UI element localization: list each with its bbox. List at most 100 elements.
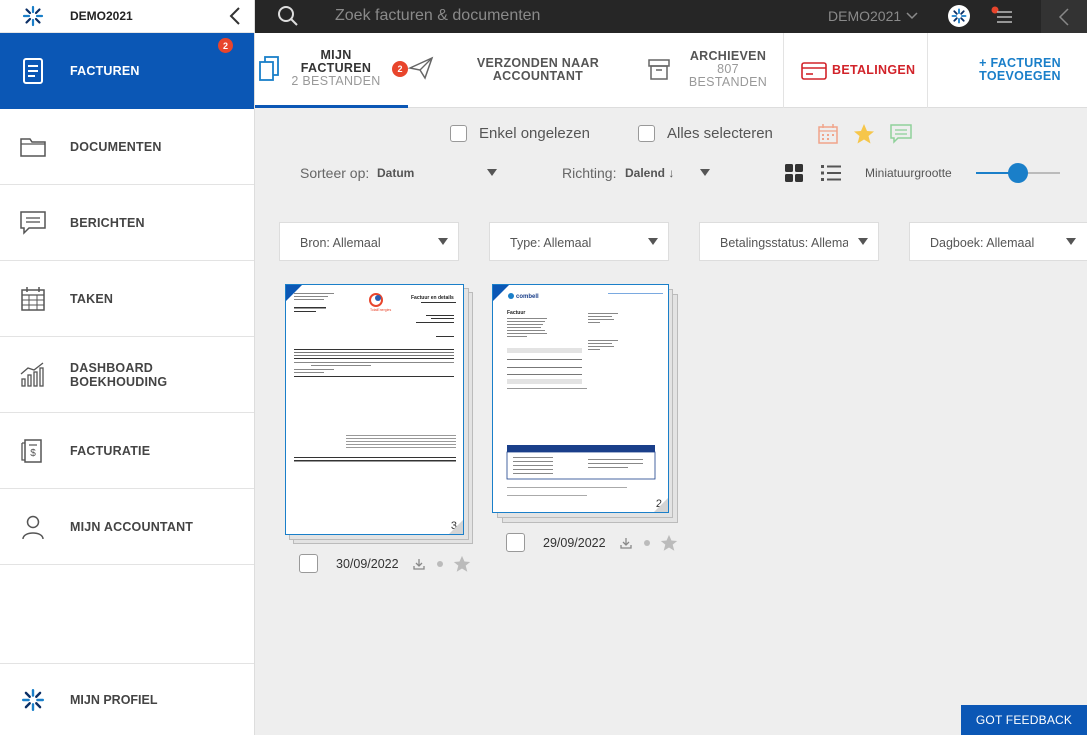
flag-filter-icons: [817, 123, 913, 150]
comment-filter-icon[interactable]: [889, 123, 913, 150]
tab-label: ARCHIEVEN 807 BESTANDEN: [685, 50, 771, 89]
download-icon[interactable]: [412, 558, 425, 570]
chevron-down-icon: [858, 238, 868, 245]
thumbnail-size-slider[interactable]: [976, 163, 1060, 183]
sidebar: DEMO2021 FACTUREN 2 DOCUMENTEN BERICHTEN…: [0, 0, 255, 735]
add-invoices-button[interactable]: + FACTUREN TOEVOEGEN: [945, 33, 1087, 108]
favorite-star-icon[interactable]: [453, 555, 471, 573]
document-date: 29/09/2022: [543, 535, 606, 550]
tab-label: BETALINGEN: [832, 64, 915, 77]
type-filter-dropdown[interactable]: Type: Allemaal: [489, 222, 669, 261]
feedback-button[interactable]: GOT FEEDBACK: [961, 705, 1087, 735]
status-dot-icon: [436, 560, 443, 567]
favorite-star-icon[interactable]: [660, 534, 678, 552]
document-card[interactable]: combell Factuur 2: [492, 284, 682, 529]
sidebar-item-label: MIJN PROFIEL: [70, 692, 158, 707]
sidebar-item-mijn-profiel[interactable]: MIJN PROFIEL: [0, 663, 254, 735]
search-input[interactable]: [335, 4, 755, 28]
status-dot-icon: [643, 539, 650, 546]
tab-line3: BESTANDEN: [688, 75, 768, 89]
sort-select[interactable]: Datum: [377, 166, 414, 180]
sidebar-item-label: BERICHTEN: [70, 215, 145, 230]
collapse-sidebar-icon[interactable]: [226, 5, 246, 27]
sidebar-item-documenten[interactable]: DOCUMENTEN: [0, 109, 254, 185]
dropdown-value: Dagboek: Allemaal: [930, 236, 1035, 250]
document-card-meta: 29/09/2022: [506, 533, 678, 552]
dropdown-value: Betalingsstatus: Allemaal: [720, 236, 848, 250]
sidebar-item-label: TAKEN: [70, 291, 114, 306]
list-view-icon[interactable]: [820, 164, 842, 185]
unread-only-label: Enkel ongelezen: [479, 125, 590, 142]
vendor-logo-text: TotalEnergies: [370, 308, 391, 312]
invoice-tabs: MIJN FACTUREN 2 BESTANDEN 2 VERZONDEN NA…: [255, 33, 1087, 108]
svg-text:$: $: [30, 448, 36, 459]
sidebar-item-berichten[interactable]: BERICHTEN: [0, 185, 254, 261]
journal-filter-dropdown[interactable]: Dagboek: Allemaal: [909, 222, 1087, 261]
sidebar-item-facturen[interactable]: FACTUREN 2: [0, 33, 254, 109]
tab-line2: TOEVOEGEN: [979, 69, 1061, 83]
invoice-icon: [18, 56, 48, 86]
sidebar-item-label: MIJN ACCOUNTANT: [70, 519, 194, 534]
collapse-panel-icon[interactable]: [1041, 0, 1087, 33]
document-card-meta: 30/09/2022: [299, 554, 471, 573]
vendor-logo-text: combell: [516, 294, 539, 300]
select-all-checkbox[interactable]: [638, 125, 655, 142]
org-select[interactable]: DEMO2021: [828, 8, 919, 24]
unread-only-option[interactable]: Enkel ongelezen: [450, 125, 590, 142]
org-select-value: DEMO2021: [828, 8, 902, 24]
profile-avatar-icon: [18, 685, 48, 715]
tab-archieven[interactable]: ARCHIEVEN 807 BESTANDEN: [635, 33, 785, 108]
sidebar-item-dashboard[interactable]: DASHBOARD BOEKHOUDING: [0, 337, 254, 413]
sidebar-item-taken[interactable]: TAKEN: [0, 261, 254, 337]
tab-label: + FACTUREN TOEVOEGEN: [967, 57, 1073, 83]
sidebar-item-label: FACTURATIE: [70, 443, 151, 458]
document-thumbnail[interactable]: combell Factuur 2: [492, 284, 669, 513]
org-name: DEMO2021: [70, 9, 133, 23]
chevron-down-icon: [648, 238, 658, 245]
tab-betalingen[interactable]: BETALINGEN: [783, 33, 928, 108]
sort-caret-icon[interactable]: [487, 169, 497, 176]
chevron-down-icon: [905, 8, 919, 24]
sidebar-item-facturatie[interactable]: $ FACTURATIE: [0, 413, 254, 489]
document-select-checkbox[interactable]: [299, 554, 318, 573]
sidebar-item-mijn-accountant[interactable]: MIJN ACCOUNTANT: [0, 489, 254, 565]
payment-card-icon: [801, 61, 827, 86]
page-fold: [654, 498, 668, 512]
chevron-down-icon: [1066, 238, 1076, 245]
menu-icon[interactable]: [988, 5, 1016, 27]
direction-select[interactable]: Dalend ↓: [625, 166, 674, 180]
document-select-checkbox[interactable]: [506, 533, 525, 552]
invoice-title: Factuur: [507, 310, 525, 316]
payment-status-filter-dropdown[interactable]: Betalingsstatus: Allemaal: [699, 222, 879, 261]
tab-badge: 2: [392, 61, 408, 77]
calendar-filter-icon[interactable]: [817, 123, 839, 150]
document-card[interactable]: TotalEnergies Factuur en details 3: [285, 284, 475, 549]
document-thumbnail[interactable]: TotalEnergies Factuur en details 3: [285, 284, 464, 535]
invoice-title: Factuur en details: [411, 295, 454, 301]
grid-view-icon[interactable]: [784, 163, 804, 186]
search-icon[interactable]: [277, 5, 299, 32]
invoice-preview-image: combell Factuur: [506, 293, 663, 496]
download-icon[interactable]: [619, 537, 632, 549]
chevron-down-icon: [438, 238, 448, 245]
folder-icon: [18, 132, 48, 162]
slider-knob[interactable]: [1008, 163, 1028, 183]
user-avatar-icon[interactable]: [948, 5, 970, 27]
unread-only-checkbox[interactable]: [450, 125, 467, 142]
direction-caret-icon[interactable]: [700, 169, 710, 176]
message-icon: [18, 208, 48, 238]
send-icon: [407, 56, 434, 85]
chart-icon: [18, 360, 48, 390]
dropdown-value: Type: Allemaal: [510, 236, 592, 250]
star-filter-icon[interactable]: [853, 123, 875, 150]
tab-verzonden[interactable]: VERZONDEN NAAR ACCOUNTANT: [407, 33, 618, 108]
source-filter-dropdown[interactable]: Bron: Allemaal: [279, 222, 459, 261]
unread-badge: 2: [218, 38, 233, 53]
tab-mijn-facturen[interactable]: MIJN FACTUREN 2 BESTANDEN 2: [255, 33, 408, 108]
select-all-option[interactable]: Alles selecteren: [638, 125, 773, 142]
person-icon: [18, 512, 48, 542]
calendar-icon: [18, 284, 48, 314]
documents-icon: [258, 56, 280, 87]
tab-count: 2 BESTANDEN: [291, 74, 381, 88]
tab-label: MIJN FACTUREN 2 BESTANDEN: [291, 49, 381, 88]
